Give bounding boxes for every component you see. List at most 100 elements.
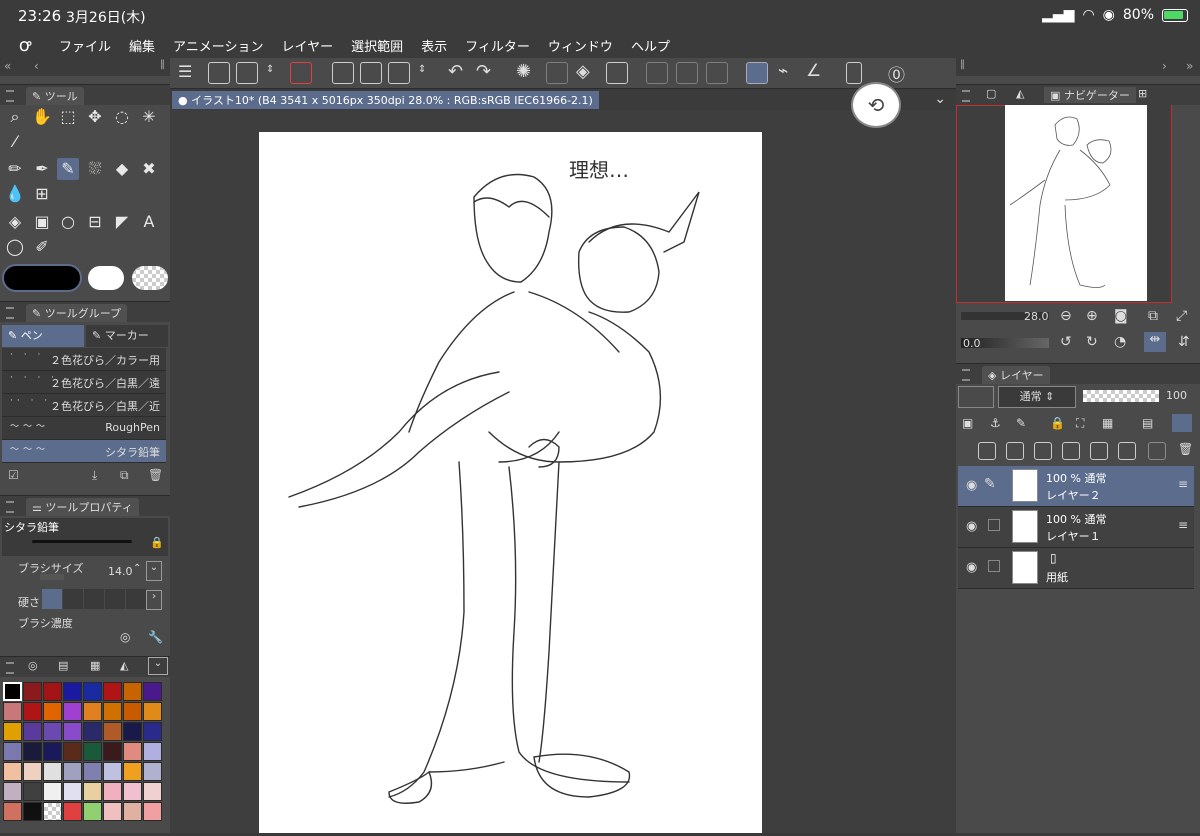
move-icon[interactable]: ✥: [84, 106, 106, 128]
brush-item[interactable]: ～～～ RoughPen: [2, 417, 166, 440]
chevron-right-icon[interactable]: ›: [146, 590, 162, 610]
zoom-value[interactable]: 28.0: [1024, 310, 1049, 323]
color-swatch[interactable]: [43, 782, 62, 801]
layer-menu-icon[interactable]: ≡: [1178, 477, 1188, 491]
menu-view[interactable]: 表示: [412, 36, 456, 55]
eyedropper-icon[interactable]: ⁄: [4, 131, 26, 153]
hand-icon[interactable]: ✋: [31, 106, 53, 128]
hardness-level-3[interactable]: [84, 589, 104, 609]
zoom-icon[interactable]: ⌕: [4, 106, 26, 128]
color-swatch[interactable]: [43, 762, 62, 781]
help-icon[interactable]: ⓪: [888, 61, 905, 86]
menu-help[interactable]: ヘルプ: [622, 36, 679, 55]
color-swatch[interactable]: [123, 762, 142, 781]
gradient-icon[interactable]: ▣: [31, 211, 53, 233]
open-icon[interactable]: [360, 62, 382, 84]
color-swatch[interactable]: [3, 782, 22, 801]
invert-selection-icon[interactable]: [676, 62, 698, 84]
color-swatch[interactable]: [103, 742, 122, 761]
transform-icon[interactable]: [606, 62, 628, 84]
reference-icon[interactable]: ⚓: [990, 416, 1001, 430]
brush-item[interactable]: · · · ２色花びら／カラー用: [2, 348, 166, 371]
hardness-level-1[interactable]: [42, 589, 62, 609]
snap-ruler-icon[interactable]: [746, 62, 768, 84]
color-swatch[interactable]: [103, 782, 122, 801]
zoom-fit-icon[interactable]: [236, 62, 258, 84]
lock-icon[interactable]: 🔒: [1050, 416, 1065, 430]
airbrush-icon[interactable]: ⛆: [84, 158, 106, 180]
chevron-down-icon[interactable]: ⌄: [148, 657, 168, 675]
mask-icon[interactable]: ▦: [1102, 416, 1113, 430]
grid-icon[interactable]: ⊞: [31, 183, 53, 205]
opacity-value[interactable]: 100: [1166, 389, 1187, 402]
color-swatch[interactable]: [83, 762, 102, 781]
color-swatch[interactable]: [143, 682, 162, 701]
stepper-icon[interactable]: ⌃: [133, 563, 141, 574]
menu-window[interactable]: ウィンドウ: [539, 36, 622, 55]
rotate-right-icon[interactable]: ↻: [1086, 334, 1098, 350]
download-icon[interactable]: ⤓: [92, 468, 97, 483]
fill-icon[interactable]: ◈: [4, 211, 26, 233]
clear-icon[interactable]: [546, 62, 568, 84]
collapse-icon[interactable]: »: [1186, 59, 1193, 73]
tool-group-tab[interactable]: ✎ ツールグループ: [26, 304, 128, 322]
flip-vertical-icon[interactable]: ⇵: [1178, 334, 1190, 350]
hardness-level-4[interactable]: [105, 589, 125, 609]
color-swatch[interactable]: [63, 802, 82, 821]
panel-grip-icon[interactable]: ‖: [960, 59, 965, 70]
color-swatch[interactable]: [83, 802, 102, 821]
color-set-tab-icon[interactable]: ▦: [90, 659, 100, 672]
merge-below-icon[interactable]: [1090, 442, 1108, 460]
color-swatch[interactable]: [103, 682, 122, 701]
rotation-value[interactable]: 0.0: [963, 337, 981, 350]
tab-marker[interactable]: ✎ マーカー: [86, 325, 168, 347]
ruler-icon[interactable]: ◤: [111, 211, 133, 233]
fit-icon[interactable]: [208, 62, 230, 84]
brush-item[interactable]: ·· · · ２色花びら／白黒／近: [2, 394, 166, 417]
balloon-icon[interactable]: ◯: [4, 236, 26, 258]
frame-icon[interactable]: ⊟: [84, 211, 106, 233]
wrench-icon[interactable]: 🔧: [148, 630, 163, 644]
object-icon[interactable]: ⬚: [57, 106, 79, 128]
hardness-level-2[interactable]: [63, 589, 83, 609]
item-bank-tab-icon[interactable]: ◭: [1016, 87, 1024, 100]
color-swatch[interactable]: [23, 682, 42, 701]
grid-tab-icon[interactable]: ⊞: [1138, 87, 1147, 100]
lasso-icon[interactable]: ◌: [111, 106, 133, 128]
menu-filter[interactable]: フィルター: [456, 36, 539, 55]
tool-panel-tab[interactable]: ✎ ツール: [26, 87, 84, 105]
tool-property-tab[interactable]: ⚌ ツールプロパティ: [26, 498, 139, 516]
chevron-right-icon[interactable]: ›: [1162, 59, 1167, 73]
duplicate-icon[interactable]: ⧉: [120, 468, 129, 483]
color-swatch[interactable]: [3, 762, 22, 781]
panel-grip-icon[interactable]: ‖: [160, 59, 165, 70]
lock-transparent-icon[interactable]: ⛶: [1076, 416, 1084, 431]
create-mask-icon[interactable]: [1118, 442, 1136, 460]
color-swatch[interactable]: [63, 742, 82, 761]
layer-checkbox[interactable]: [988, 519, 1000, 531]
grip-icon[interactable]: [6, 501, 14, 513]
color-swatch[interactable]: [63, 722, 82, 741]
color-swatch[interactable]: [103, 762, 122, 781]
color-swatch[interactable]: [123, 802, 142, 821]
grip-icon[interactable]: [6, 307, 14, 319]
pen-icon[interactable]: ✎: [57, 158, 79, 180]
flip-horizontal-icon[interactable]: ⇹: [1144, 332, 1166, 352]
color-swatch[interactable]: [143, 782, 162, 801]
color-swatch[interactable]: [3, 722, 22, 741]
color-swatch[interactable]: [83, 702, 102, 721]
zoom-out-icon[interactable]: ⊖: [1060, 308, 1072, 324]
main-color-swatch[interactable]: [2, 264, 82, 292]
collapse-icon[interactable]: «: [4, 59, 11, 73]
layer-checkbox[interactable]: [988, 560, 1000, 572]
loading-icon[interactable]: ✺: [516, 61, 531, 82]
color-slider-tab-icon[interactable]: ▤: [58, 659, 68, 672]
rotate-reset-icon[interactable]: [290, 62, 312, 84]
blend-icon[interactable]: 💧: [4, 183, 26, 205]
grip-icon[interactable]: [6, 90, 14, 102]
color-swatch[interactable]: [23, 762, 42, 781]
expand-icon[interactable]: ⤢: [1176, 308, 1187, 324]
layer-row[interactable]: ◉ ▯ 用紙: [958, 548, 1194, 589]
color-swatch[interactable]: [63, 762, 82, 781]
color-swatch[interactable]: [103, 722, 122, 741]
